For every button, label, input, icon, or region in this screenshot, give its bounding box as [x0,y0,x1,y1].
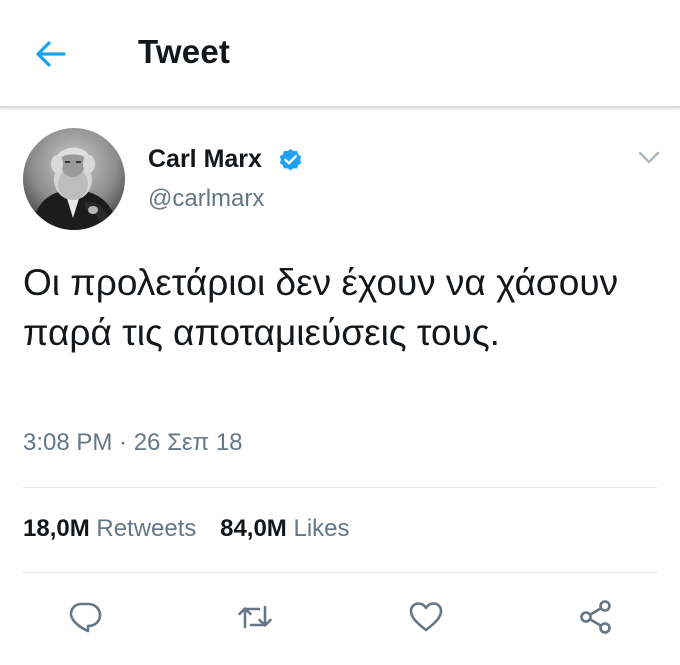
retweets-count: 18,0M [23,515,90,542]
reply-icon[interactable] [66,598,104,636]
divider [23,572,657,573]
tweet-timestamp[interactable]: 3:08 PM · 26 Σεπ 18 [23,429,243,457]
retweets-stat[interactable]: 18,0M Retweets [23,515,196,543]
divider [23,487,657,488]
likes-label: Likes [293,515,350,542]
author-name[interactable]: Carl Marx [148,145,262,174]
engagement-stats: 18,0M Retweets 84,0M Likes [23,515,367,543]
author-handle[interactable]: @carlmarx [148,185,264,213]
page-title: Tweet [138,33,231,70]
likes-stat[interactable]: 84,0M Likes [220,515,349,543]
heart-icon[interactable] [407,598,445,636]
retweets-label: Retweets [96,515,197,542]
chevron-down-icon[interactable] [634,146,664,168]
tweet-text: Οι προλετάριοι δεν έχουν να χάσουν παρά … [23,262,619,353]
share-icon[interactable] [577,598,615,636]
likes-count: 84,0M [220,515,287,542]
back-arrow-icon[interactable] [30,34,70,74]
top-app-bar: Tweet [0,0,680,108]
retweet-icon[interactable] [236,598,274,636]
avatar[interactable] [23,128,125,230]
verified-badge-icon [279,149,302,171]
avatar-portrait-image [23,128,125,230]
